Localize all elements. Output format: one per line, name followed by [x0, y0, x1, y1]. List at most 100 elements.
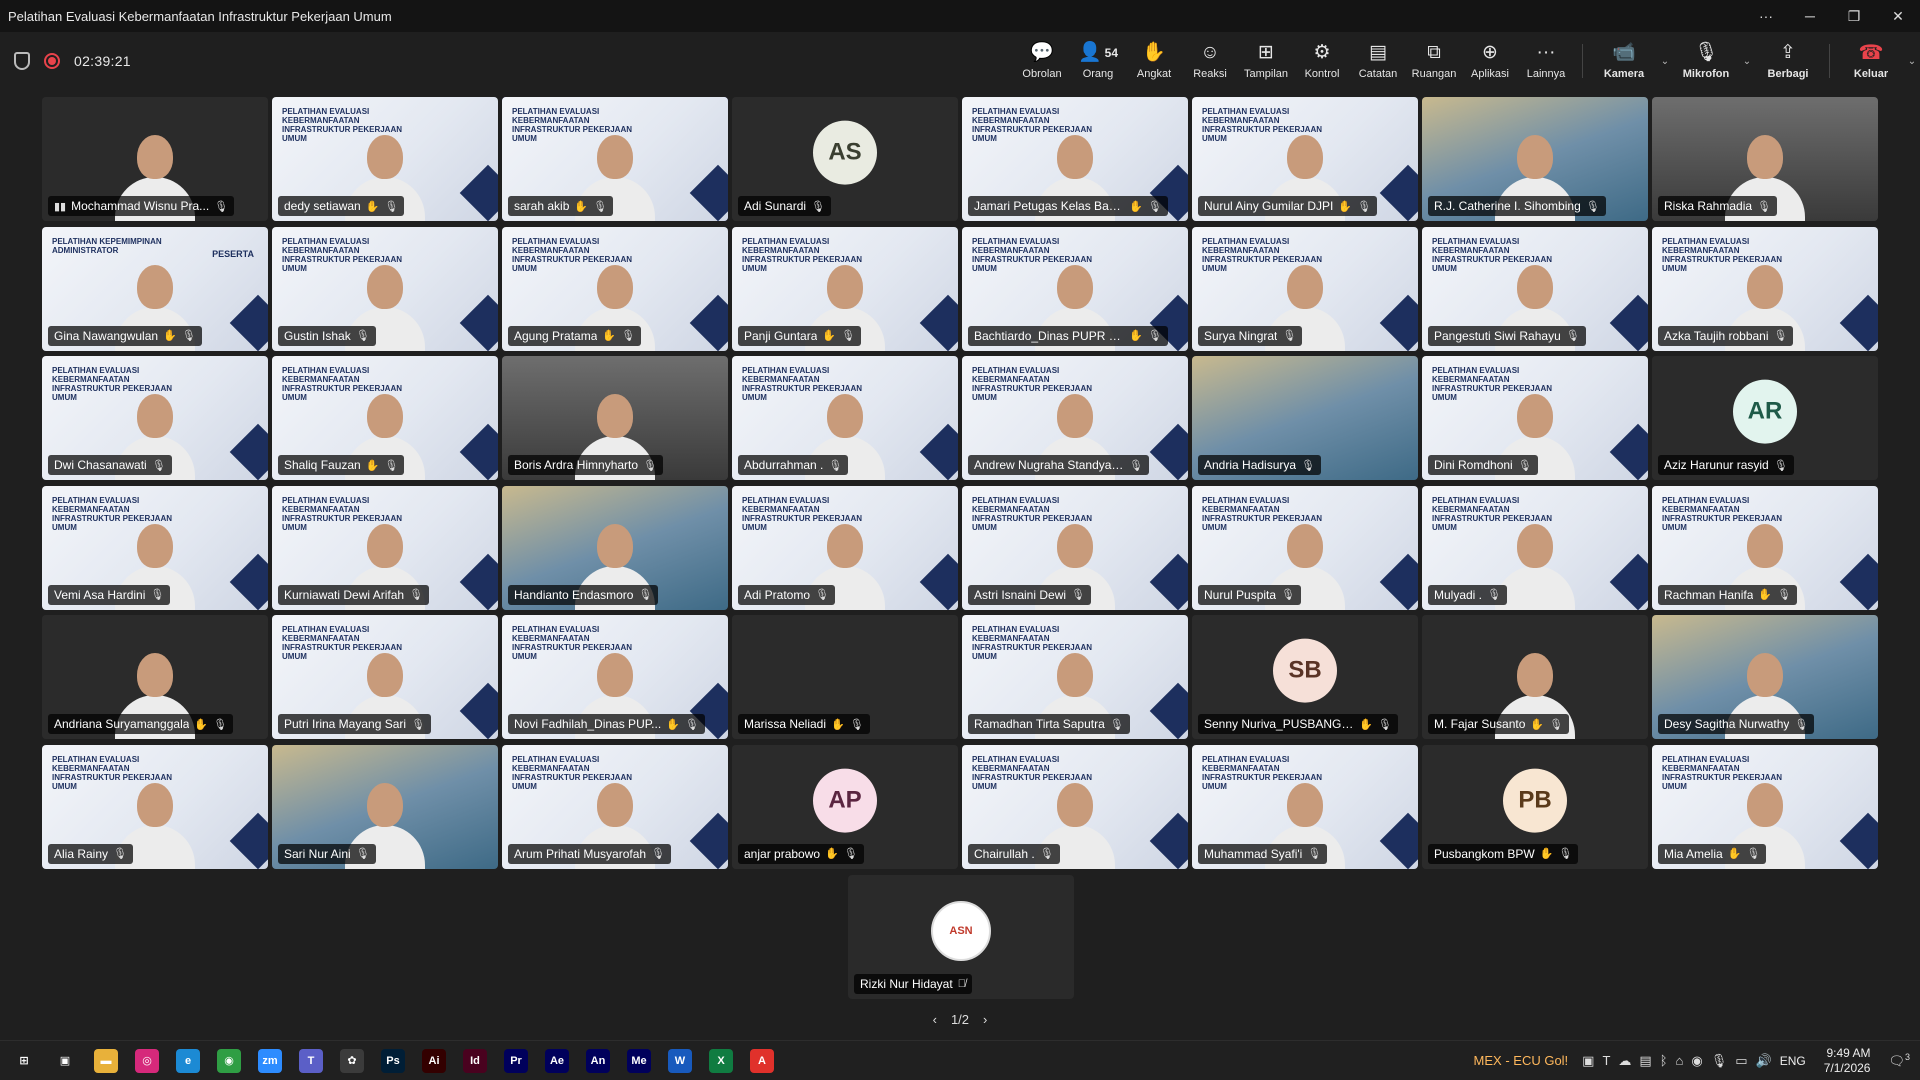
tray-app-icon[interactable]: ▣	[1582, 1053, 1594, 1069]
animate-icon[interactable]: An	[586, 1048, 610, 1073]
aftereffects-icon[interactable]: Ae	[545, 1048, 569, 1073]
participant-tile[interactable]: PELATIHAN EVALUASI KEBERMANFAATAN INFRAS…	[1652, 226, 1878, 351]
participant-tile[interactable]: PELATIHAN EVALUASI KEBERMANFAATAN INFRAS…	[962, 744, 1188, 869]
leave-options-chevron-icon[interactable]: ⌄	[1904, 56, 1920, 67]
word-icon[interactable]: W	[668, 1048, 692, 1073]
participant-tile[interactable]: PELATIHAN EVALUASI KEBERMANFAATAN INFRAS…	[502, 615, 728, 739]
participant-tile[interactable]: ▮▮ Mochammad Wisnu Pra... 🎙	[42, 97, 268, 221]
participant-tile[interactable]: PELATIHAN EVALUASI KEBERMANFAATAN INFRAS…	[1652, 485, 1878, 610]
tray-app-icon[interactable]: ▤	[1639, 1053, 1651, 1069]
taskview-icon[interactable]: ▣	[53, 1048, 77, 1073]
participant-tile[interactable]: AS Adi Sunardi 🎙	[732, 97, 958, 221]
participant-tile[interactable]: AR Aziz Harunur rasyid 🎙	[1652, 356, 1878, 480]
clock[interactable]: 9:49 AM 7/1/2026	[1814, 1046, 1881, 1076]
participant-tile[interactable]: PELATIHAN EVALUASI KEBERMANFAATAN INFRAS…	[1192, 226, 1418, 351]
teams-icon[interactable]: T	[299, 1048, 323, 1073]
more-button[interactable]: ··· Lainnya	[1518, 32, 1574, 90]
paint-icon[interactable]: ✿	[340, 1048, 364, 1073]
mic-button[interactable]: 🎙 Mikrofon	[1673, 32, 1739, 90]
participant-tile[interactable]: PELATIHAN EVALUASI KEBERMANFAATAN INFRAS…	[1422, 356, 1648, 480]
network-icon[interactable]: ▭	[1735, 1053, 1747, 1069]
participant-tile[interactable]: ASN Rizki Nur Hidayat 🎙̸	[848, 875, 1074, 999]
camera-button[interactable]: 📹 Kamera	[1591, 32, 1657, 90]
participant-tile[interactable]: PELATIHAN EVALUASI KEBERMANFAATAN INFRAS…	[1652, 744, 1878, 869]
participant-tile[interactable]: Marissa Neliadi ✋ 🎙	[732, 615, 958, 739]
participant-tile[interactable]: PELATIHAN EVALUASI KEBERMANFAATAN INFRAS…	[502, 744, 728, 869]
participant-tile[interactable]: PELATIHAN EVALUASI KEBERMANFAATAN INFRAS…	[272, 356, 498, 480]
news-widget[interactable]: MEX - ECU Gol!	[1474, 1053, 1569, 1068]
chat-button[interactable]: 💬 Obrolan	[1014, 32, 1070, 90]
participant-tile[interactable]: PELATIHAN EVALUASI KEBERMANFAATAN INFRAS…	[732, 226, 958, 351]
people-button[interactable]: 👤 54 Orang	[1070, 32, 1126, 90]
participant-tile[interactable]: PELATIHAN KEPEMIMPINAN ADMINISTRATOR PESE…	[42, 226, 268, 351]
participant-tile[interactable]: Riska Rahmadia 🎙	[1652, 97, 1878, 221]
bluetooth-icon[interactable]: ᛒ	[1660, 1053, 1668, 1068]
microphone-tray-icon[interactable]: 🎙	[1711, 1053, 1728, 1069]
participant-tile[interactable]: PELATIHAN EVALUASI KEBERMANFAATAN INFRAS…	[1192, 744, 1418, 869]
camera-tray-icon[interactable]: ◉	[1691, 1053, 1702, 1069]
mediaencoder-icon[interactable]: Me	[627, 1048, 651, 1073]
participant-tile[interactable]: SB Senny Nuriva_PUSBANGK... ✋ 🎙	[1192, 615, 1418, 739]
participant-tile[interactable]: PELATIHAN EVALUASI KEBERMANFAATAN INFRAS…	[42, 485, 268, 610]
restore-button[interactable]: ❐	[1832, 0, 1876, 32]
participant-tile[interactable]: Handianto Endasmoro 🎙	[502, 485, 728, 610]
participant-tile[interactable]: Desy Sagitha Nurwathy 🎙	[1652, 615, 1878, 739]
apps-button[interactable]: ⊕ Aplikasi	[1462, 32, 1518, 90]
camera-options-chevron-icon[interactable]: ⌄	[1657, 56, 1673, 67]
share-button[interactable]: ⇪ Berbagi	[1755, 32, 1821, 90]
rooms-button[interactable]: ⧉ Ruangan	[1406, 32, 1462, 90]
react-button[interactable]: ☺ Reaksi	[1182, 32, 1238, 90]
participant-tile[interactable]: Boris Ardra Himnyharto 🎙	[502, 356, 728, 480]
participant-tile[interactable]: Andria Hadisurya 🎙	[1192, 356, 1418, 480]
indesign-icon[interactable]: Id	[463, 1048, 487, 1073]
volume-icon[interactable]: 🔊	[1756, 1053, 1772, 1069]
participant-tile[interactable]: PELATIHAN EVALUASI KEBERMANFAATAN INFRAS…	[732, 485, 958, 610]
language-indicator[interactable]: ENG	[1780, 1054, 1806, 1068]
participant-tile[interactable]: PELATIHAN EVALUASI KEBERMANFAATAN INFRAS…	[272, 97, 498, 221]
previous-page-chevron-icon[interactable]: ‹	[933, 1012, 937, 1027]
control-button[interactable]: ⚙ Kontrol	[1294, 32, 1350, 90]
participant-tile[interactable]: PELATIHAN EVALUASI KEBERMANFAATAN INFRAS…	[502, 226, 728, 351]
excel-icon[interactable]: X	[709, 1048, 733, 1073]
edge-icon[interactable]: e	[176, 1048, 200, 1073]
participant-tile[interactable]: Sari Nur Aini 🎙	[272, 744, 498, 869]
participant-tile[interactable]: PELATIHAN EVALUASI KEBERMANFAATAN INFRAS…	[1192, 485, 1418, 610]
usb-icon[interactable]: ⌂	[1676, 1053, 1684, 1068]
close-button[interactable]: ✕	[1876, 0, 1920, 32]
participant-tile[interactable]: AP anjar prabowo ✋ 🎙	[732, 744, 958, 869]
participant-tile[interactable]: PELATIHAN EVALUASI KEBERMANFAATAN INFRAS…	[962, 485, 1188, 610]
start-icon[interactable]: ⊞	[12, 1048, 36, 1073]
participant-tile[interactable]: PELATIHAN EVALUASI KEBERMANFAATAN INFRAS…	[42, 744, 268, 869]
leave-button[interactable]: ☎ Keluar	[1838, 32, 1904, 90]
notes-button[interactable]: ▤ Catatan	[1350, 32, 1406, 90]
instagram-icon[interactable]: ◎	[135, 1048, 159, 1073]
premiere-icon[interactable]: Pr	[504, 1048, 528, 1073]
mic-options-chevron-icon[interactable]: ⌄	[1739, 56, 1755, 67]
participant-tile[interactable]: PELATIHAN EVALUASI KEBERMANFAATAN INFRAS…	[962, 226, 1188, 351]
participant-tile[interactable]: PELATIHAN EVALUASI KEBERMANFAATAN INFRAS…	[272, 226, 498, 351]
next-page-chevron-icon[interactable]: ›	[983, 1012, 987, 1027]
participant-tile[interactable]: PELATIHAN EVALUASI KEBERMANFAATAN INFRAS…	[502, 97, 728, 221]
participant-tile[interactable]: PELATIHAN EVALUASI KEBERMANFAATAN INFRAS…	[1422, 226, 1648, 351]
minimize-button[interactable]: ─	[1788, 0, 1832, 32]
chrome-icon[interactable]: ◉	[217, 1048, 241, 1073]
view-button[interactable]: ⊞ Tampilan	[1238, 32, 1294, 90]
participant-tile[interactable]: PELATIHAN EVALUASI KEBERMANFAATAN INFRAS…	[272, 615, 498, 739]
participant-tile[interactable]: PELATIHAN EVALUASI KEBERMANFAATAN INFRAS…	[1422, 485, 1648, 610]
participant-tile[interactable]: PELATIHAN EVALUASI KEBERMANFAATAN INFRAS…	[962, 97, 1188, 221]
acrobat-icon[interactable]: A	[750, 1048, 774, 1073]
photoshop-icon[interactable]: Ps	[381, 1048, 405, 1073]
window-more-button[interactable]: ···	[1744, 0, 1788, 32]
cloud-icon[interactable]: ☁	[1618, 1053, 1631, 1069]
participant-tile[interactable]: PELATIHAN EVALUASI KEBERMANFAATAN INFRAS…	[42, 356, 268, 480]
participant-tile[interactable]: PELATIHAN EVALUASI KEBERMANFAATAN INFRAS…	[732, 356, 958, 480]
participant-tile[interactable]: M. Fajar Susanto ✋ 🎙	[1422, 615, 1648, 739]
notification-icon[interactable]: 🗨3	[1888, 1052, 1910, 1069]
tray-teams-icon[interactable]: T	[1602, 1053, 1610, 1068]
illustrator-icon[interactable]: Ai	[422, 1048, 446, 1073]
participant-tile[interactable]: R.J. Catherine I. Sihombing 🎙	[1422, 97, 1648, 221]
zoom-icon[interactable]: zm	[258, 1048, 282, 1073]
participant-tile[interactable]: Andriana Suryamanggala ✋ 🎙	[42, 615, 268, 739]
participant-tile[interactable]: PELATIHAN EVALUASI KEBERMANFAATAN INFRAS…	[962, 356, 1188, 480]
raise-button[interactable]: ✋ Angkat	[1126, 32, 1182, 90]
